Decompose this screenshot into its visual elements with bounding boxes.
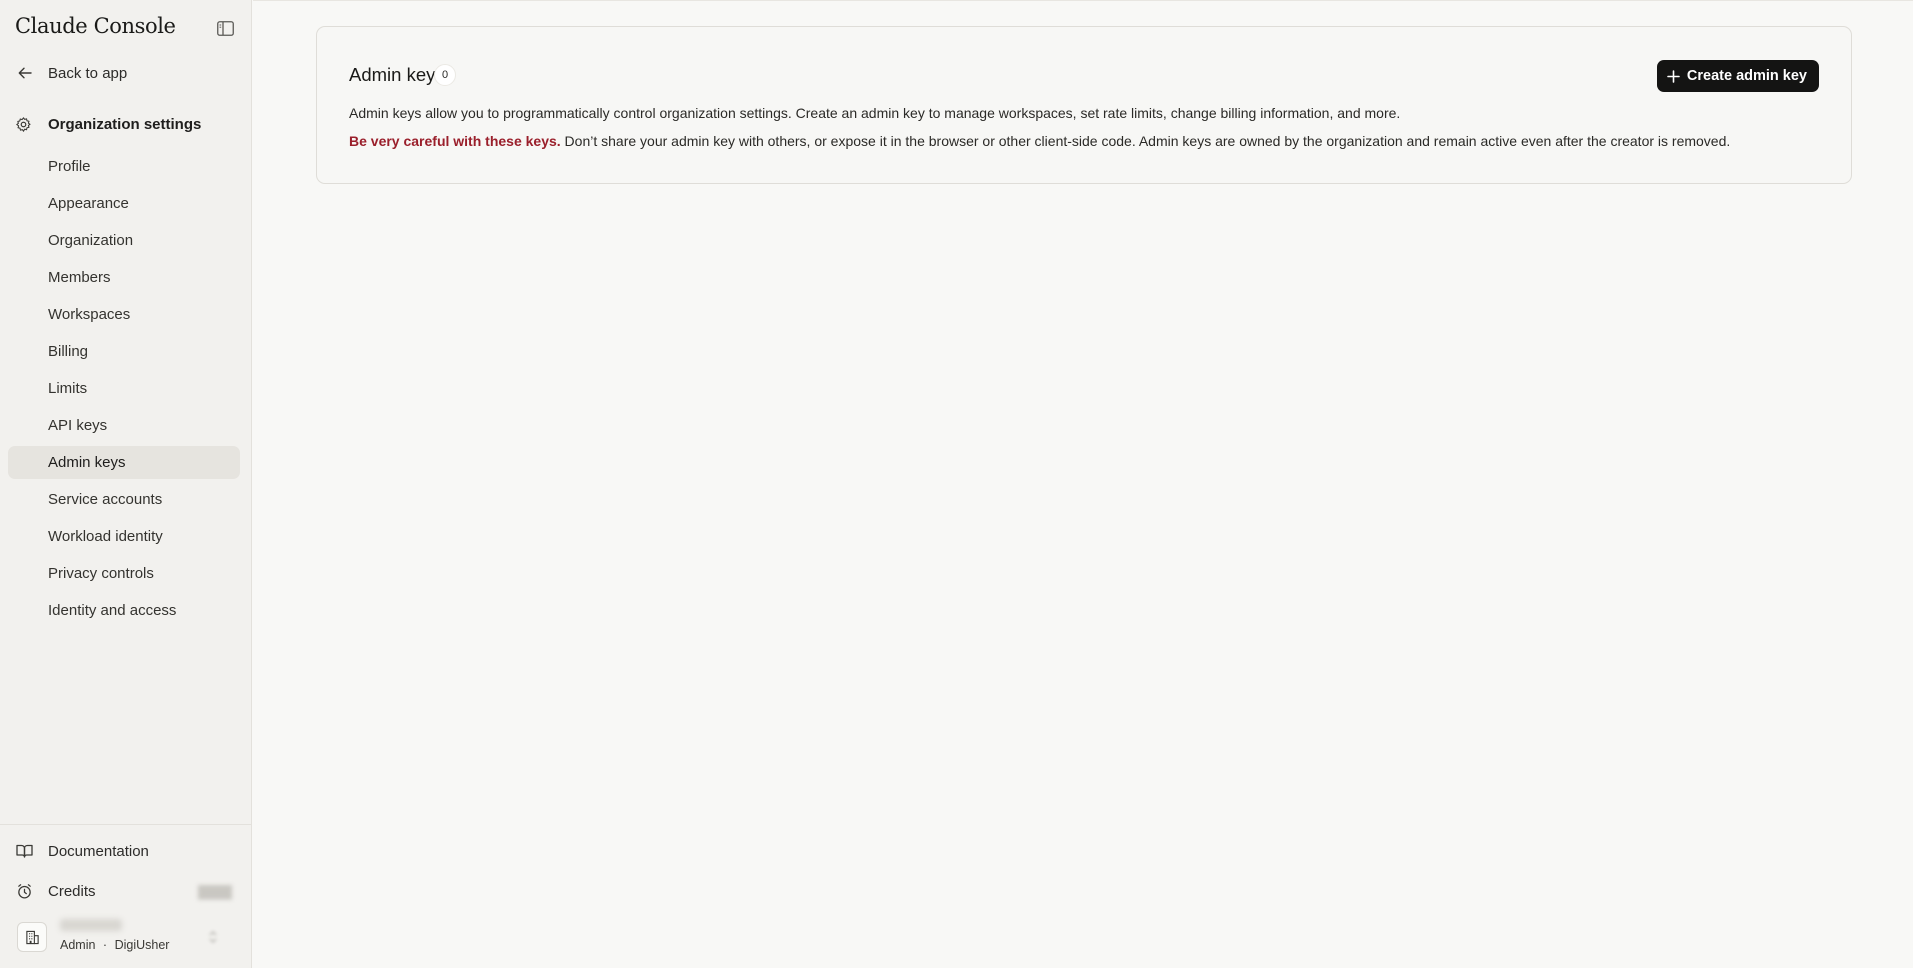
back-to-app-link[interactable]: Back to app [0, 58, 252, 88]
sidebar-item-members[interactable]: Members [8, 261, 240, 294]
admin-keys-card: Admin keys 0 Create admin key Admin keys… [316, 26, 1852, 184]
page-title: Admin keys [349, 64, 445, 85]
credits-icon [16, 883, 33, 905]
admin-keys-description: Admin keys allow you to programmatically… [349, 105, 1401, 121]
sidebar: Claude Console Back to app Organization … [0, 0, 252, 968]
sidebar-item-organization[interactable]: Organization [8, 224, 240, 257]
sidebar-item-api-keys[interactable]: API keys [8, 409, 240, 442]
sidebar-item-workspaces[interactable]: Workspaces [8, 298, 240, 331]
account-switcher[interactable]: Admin · DigiUsher [0, 912, 252, 960]
credits-balance-redacted: ████ [197, 885, 232, 899]
chevron-updown-icon [207, 930, 219, 949]
settings-nav: Profile Appearance Organization Members … [8, 150, 240, 631]
user-name-redacted [60, 919, 122, 931]
create-admin-key-label: Create admin key [1686, 68, 1807, 84]
back-to-app-label: Back to app [48, 64, 128, 82]
plus-icon [1667, 69, 1680, 83]
user-role: Admin [60, 938, 96, 952]
warning-emphasis: Be very careful with these keys. [349, 133, 561, 149]
admin-key-count-badge: 0 [434, 64, 456, 86]
sidebar-item-appearance[interactable]: Appearance [8, 187, 240, 220]
credits-label: Credits [48, 882, 96, 900]
panel-toggle-icon [216, 20, 234, 36]
sidebar-item-service-accounts[interactable]: Service accounts [8, 483, 240, 516]
sidebar-item-identity-and-access[interactable]: Identity and access [8, 594, 240, 627]
create-admin-key-button[interactable]: Create admin key [1656, 60, 1819, 92]
organization-settings-label: Organization settings [48, 115, 202, 133]
user-meta: Admin · DigiUsher [60, 938, 169, 952]
sidebar-item-privacy-controls[interactable]: Privacy controls [8, 557, 240, 590]
documentation-link[interactable]: Documentation [0, 836, 252, 866]
sidebar-item-profile[interactable]: Profile [8, 150, 240, 183]
meta-separator: · [102, 938, 108, 952]
org-name: DigiUsher [114, 938, 170, 952]
sidebar-item-billing[interactable]: Billing [8, 335, 240, 368]
brand-logo: Claude Console [15, 14, 176, 38]
gear-icon [15, 116, 32, 138]
sidebar-item-workload-identity[interactable]: Workload identity [8, 520, 240, 553]
sidebar-toggle-button[interactable] [214, 17, 236, 39]
arrow-left-icon [17, 65, 33, 86]
main-content: Admin keys 0 Create admin key Admin keys… [253, 0, 1913, 968]
sidebar-item-limits[interactable]: Limits [8, 372, 240, 405]
book-icon [16, 843, 33, 864]
sidebar-item-admin-keys[interactable]: Admin keys [8, 446, 240, 479]
documentation-label: Documentation [48, 842, 149, 860]
credits-link[interactable]: Credits ████ [0, 876, 252, 906]
building-icon [17, 922, 47, 952]
admin-keys-warning: Be very careful with these keys. Don’t s… [349, 133, 1730, 149]
organization-settings-header: Organization settings [0, 108, 252, 140]
warning-text: Don’t share your admin key with others, … [560, 133, 1731, 149]
